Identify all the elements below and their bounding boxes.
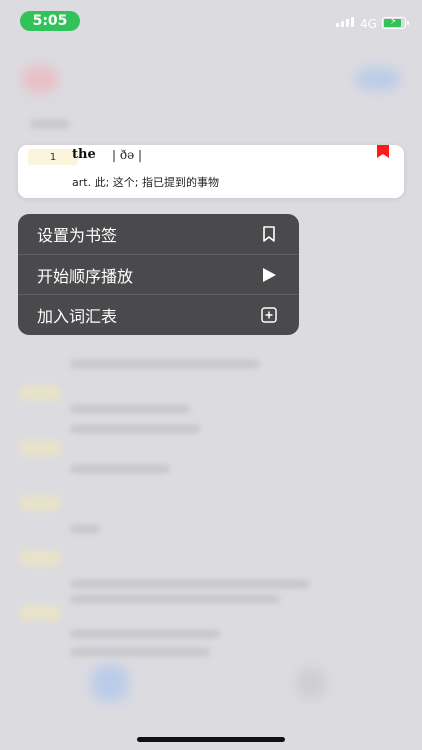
blurred-text-line xyxy=(70,405,190,413)
status-time: 5:05 xyxy=(20,11,80,31)
signal-icon xyxy=(336,17,354,27)
blurred-tag xyxy=(20,605,60,621)
word-card[interactable]: 1 the | ðə | art. 此; 这个; 指已提到的事物 xyxy=(18,145,404,198)
phonetic-text: | ðə | xyxy=(112,148,143,162)
blurred-text-line xyxy=(70,595,280,603)
blurred-header-button xyxy=(356,68,400,90)
blurred-text-line xyxy=(70,630,220,638)
status-bar: 5:05 4G ⚡ xyxy=(0,0,422,44)
blurred-text-line xyxy=(30,120,70,128)
network-label: 4G xyxy=(360,17,377,31)
menu-item-start-playback[interactable]: 开始顺序播放 xyxy=(18,254,299,294)
word-definition: art. 此; 这个; 指已提到的事物 xyxy=(72,176,219,189)
blurred-tab-icon xyxy=(92,665,128,701)
blurred-text-line xyxy=(70,425,200,433)
menu-item-add-to-vocabulary[interactable]: 加入词汇表 xyxy=(18,294,299,334)
play-icon xyxy=(261,267,277,283)
blurred-text-line xyxy=(70,465,170,473)
word-text: the xyxy=(72,147,96,162)
blurred-text-line xyxy=(70,360,260,368)
blurred-text-line xyxy=(70,580,310,588)
menu-item-set-bookmark[interactable]: 设置为书签 xyxy=(18,214,299,254)
home-indicator[interactable] xyxy=(137,737,285,742)
blurred-text-line xyxy=(70,525,100,533)
blurred-tag xyxy=(20,495,60,511)
blurred-text-line xyxy=(70,648,210,656)
bookmark-flag-icon xyxy=(377,145,389,158)
word-index-badge: 1 xyxy=(28,149,78,165)
add-square-icon xyxy=(261,306,277,323)
blurred-tag xyxy=(20,440,60,456)
blurred-tag xyxy=(20,550,60,566)
menu-item-label: 加入词汇表 xyxy=(37,306,118,326)
blurred-tag xyxy=(20,385,60,401)
context-menu: 设置为书签 开始顺序播放 加入词汇表 xyxy=(18,214,299,335)
blurred-back-button xyxy=(22,66,58,92)
menu-item-label: 设置为书签 xyxy=(37,226,118,245)
menu-item-label: 开始顺序播放 xyxy=(37,266,134,286)
battery-icon: ⚡ xyxy=(382,16,409,29)
blurred-app-background xyxy=(0,0,422,750)
blurred-tab-icon xyxy=(296,668,326,698)
bookmark-icon xyxy=(261,226,277,242)
